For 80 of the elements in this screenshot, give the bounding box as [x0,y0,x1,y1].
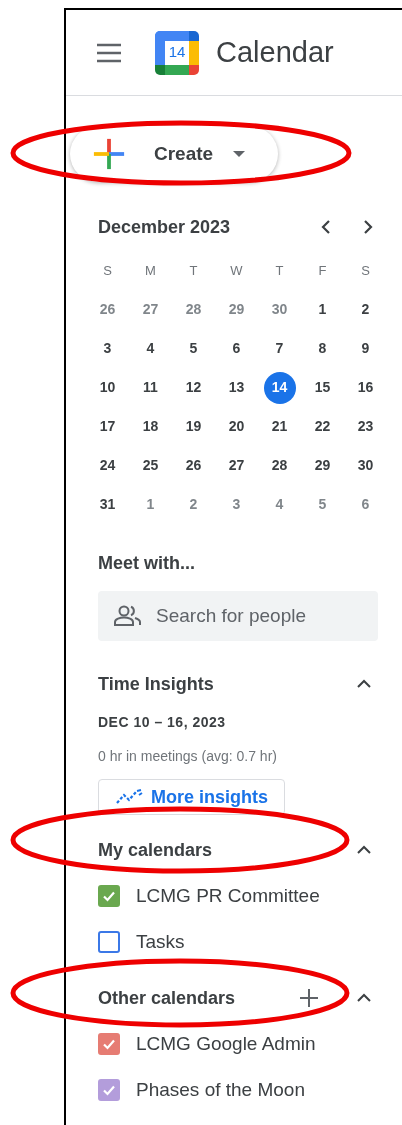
collapse-icon[interactable] [356,679,372,689]
previous-month-icon[interactable] [321,220,331,234]
calendar-logo: 14 [155,30,199,75]
menu-icon[interactable] [96,42,122,63]
day-cell[interactable]: 19 [177,410,210,443]
collapse-icon[interactable] [356,845,372,855]
day-cell[interactable]: 11 [134,371,167,404]
day-cell[interactable]: 3 [91,332,124,365]
day-cell[interactable]: 16 [349,371,382,404]
day-cell[interactable]: 29 [220,293,253,326]
calendar-name: Phases of the Moon [136,1077,305,1102]
day-cell[interactable]: 18 [134,410,167,443]
calendar-checkbox[interactable] [98,1033,120,1055]
app-title: Calendar [216,34,334,70]
day-cell[interactable]: 1 [306,293,339,326]
day-cell[interactable]: 26 [177,449,210,482]
weekday-label: W [230,262,243,281]
month-title: December 2023 [98,215,232,239]
day-cell[interactable]: 28 [263,449,296,482]
section-title: Other calendars [98,986,237,1010]
plus-icon [92,137,126,171]
day-cell[interactable]: 14 [263,371,296,404]
day-cell[interactable]: 21 [263,410,296,443]
day-cell[interactable]: 25 [134,449,167,482]
caret-icon [233,151,246,157]
calendar-name: LCMG Google Admin [136,1031,316,1056]
day-cell[interactable]: 7 [263,332,296,365]
day-cell[interactable]: 20 [220,410,253,443]
calendar-name: LCMG PR Committee [136,883,320,908]
calendar-checkbox[interactable] [98,885,120,907]
day-cell[interactable]: 5 [177,332,210,365]
collapse-icon[interactable] [356,993,372,1003]
add-icon[interactable] [299,988,319,1008]
day-cell[interactable]: 31 [91,488,124,521]
day-cell[interactable]: 30 [349,449,382,482]
day-cell[interactable]: 29 [306,449,339,482]
insights-icon [115,789,143,805]
day-cell[interactable]: 1 [134,488,167,521]
day-cell[interactable]: 5 [306,488,339,521]
section-title: Meet with... [98,553,195,573]
day-cell[interactable]: 26 [91,293,124,326]
day-cell[interactable]: 2 [349,293,382,326]
day-cell[interactable]: 6 [220,332,253,365]
weekday-label: F [318,262,327,281]
day-cell[interactable]: 27 [134,293,167,326]
section-title: My calendars [98,838,214,862]
day-cell[interactable]: 27 [220,449,253,482]
day-cell[interactable]: 4 [263,488,296,521]
day-cell[interactable]: 24 [91,449,124,482]
day-cell[interactable]: 28 [177,293,210,326]
more-insights-button[interactable]: More insights [98,779,285,815]
people-search-field[interactable]: Search for people [98,591,378,641]
create-button[interactable]: Create [70,126,278,182]
day-cell[interactable]: 15 [306,371,339,404]
section-title: Time Insights [98,672,215,696]
day-cell[interactable]: 17 [91,410,124,443]
next-month-icon[interactable] [363,220,373,234]
weekday-label: S [103,262,112,281]
calendar-checkbox[interactable] [98,931,120,953]
calendar-checkbox[interactable] [98,1079,120,1101]
weekday-label: T [275,262,284,281]
weekday-label: M [145,262,156,281]
weekday-label: S [361,262,370,281]
day-cell[interactable]: 3 [220,488,253,521]
calendar-name: Tasks [136,929,185,954]
day-cell[interactable]: 6 [349,488,382,521]
day-cell[interactable]: 8 [306,332,339,365]
day-cell[interactable]: 9 [349,332,382,365]
day-cell[interactable]: 23 [349,410,382,443]
day-cell[interactable]: 12 [177,371,210,404]
date-range: DEC 10 – 16, 2023 [98,712,226,732]
meeting-summary: 0 hr in meetings (avg: 0.7 hr) [98,746,277,766]
day-cell[interactable]: 4 [134,332,167,365]
day-cell[interactable]: 10 [91,371,124,404]
day-cell[interactable]: 2 [177,488,210,521]
day-cell[interactable]: 22 [306,410,339,443]
day-cell[interactable]: 30 [263,293,296,326]
weekday-label: T [189,262,198,281]
people-icon [114,605,142,627]
day-cell[interactable]: 13 [220,371,253,404]
